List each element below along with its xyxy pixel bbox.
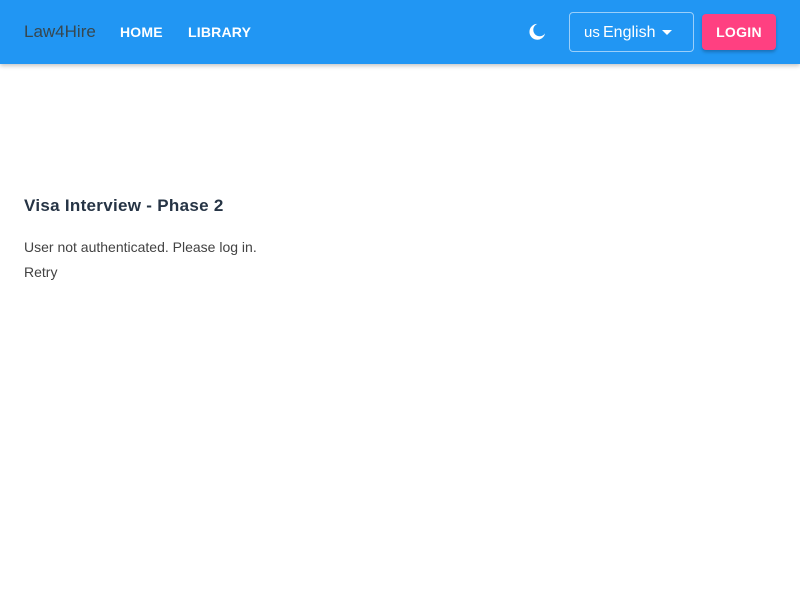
nav-library-link[interactable]: LIBRARY bbox=[188, 23, 251, 41]
caret-down-icon bbox=[662, 30, 672, 35]
us-flag-icon: us bbox=[584, 24, 600, 41]
language-selected-value: English bbox=[603, 24, 656, 41]
theme-toggle-button[interactable] bbox=[526, 21, 548, 43]
app-bar: Law4Hire HOME LIBRARY us English LOGIN bbox=[0, 0, 800, 64]
retry-link[interactable]: Retry bbox=[24, 264, 57, 281]
auth-error-message: User not authenticated. Please log in. bbox=[24, 239, 257, 255]
login-button[interactable]: LOGIN bbox=[702, 14, 776, 50]
moon-icon bbox=[529, 23, 546, 40]
language-select[interactable]: us English bbox=[569, 12, 694, 52]
nav-home-link[interactable]: HOME bbox=[120, 23, 163, 41]
page-title: Visa Interview - Phase 2 bbox=[24, 196, 224, 215]
brand-logo[interactable]: Law4Hire bbox=[24, 22, 96, 42]
